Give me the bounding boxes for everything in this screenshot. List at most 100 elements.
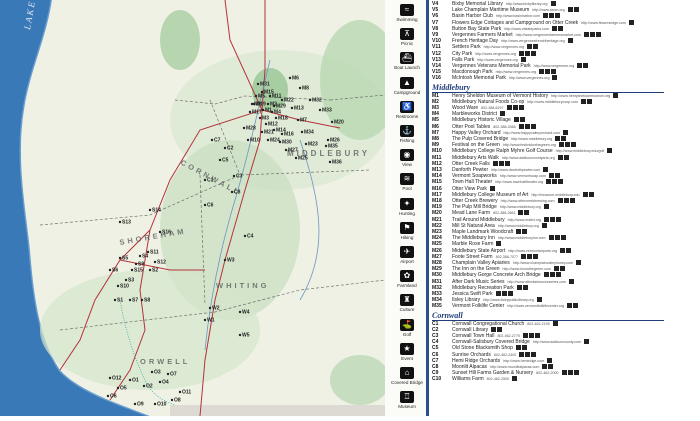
item-link[interactable]: http://www.maltvt.org [508,218,541,222]
marker-dot-c3[interactable] [232,174,236,178]
item-link[interactable]: http://www.vermontfolklifecenter.org [507,304,564,308]
item-link[interactable]: 802-462-2195 [527,322,549,326]
marker-dot-s12[interactable] [153,260,157,264]
marker-dot-m15[interactable] [260,90,264,94]
marker-dot-m27[interactable] [284,148,288,152]
marker-dot-o12[interactable] [108,376,112,380]
marker-dot-m16[interactable] [280,132,284,136]
marker-dot-m30[interactable] [278,140,282,144]
marker-dot-w3[interactable] [223,258,227,262]
item-link[interactable]: http://www.hemiridge.com [503,359,544,363]
marker-dot-s2[interactable] [148,268,152,272]
marker-dot-s3[interactable] [124,278,128,282]
item-link[interactable]: http://www.middlebury.org [498,224,539,228]
marker-dot-w2[interactable] [208,306,212,310]
marker-dot-o2[interactable] [142,384,146,388]
item-link[interactable]: http://www.lcmm.org [532,8,564,12]
marker-dot-m5[interactable] [254,94,258,98]
marker-dot-o8[interactable] [170,398,174,402]
marker-dot-m23[interactable] [304,142,308,146]
marker-dot-o3[interactable] [150,370,154,374]
marker-dot-m21[interactable] [260,130,264,134]
marker-dot-m3[interactable] [258,116,262,120]
marker-dot-m6[interactable] [288,76,292,80]
marker-dot-m29[interactable] [272,104,276,108]
item-link[interactable]: http://www.basinharbor.com [496,14,540,18]
item-link[interactable]: http://www.danforthpewter.com [491,168,540,172]
item-link[interactable]: http://www.vergennes.org [509,76,550,80]
item-link[interactable]: http://www.middlebury.org [500,205,541,209]
item-link[interactable]: http://www.middlebury.edu/golf [556,149,605,153]
marker-dot-s7[interactable] [128,298,132,302]
marker-dot-m18[interactable] [274,116,278,120]
marker-dot-m8[interactable] [298,86,302,90]
item-link[interactable]: http://www.vermontairports.org [508,249,557,253]
marker-dot-c4[interactable] [243,234,247,238]
marker-dot-c8[interactable] [230,190,234,194]
marker-dot-c1[interactable] [203,178,207,182]
marker-dot-s1[interactable] [113,298,117,302]
item-link[interactable]: http://www.innonthegreen.com [503,267,551,271]
item-link[interactable]: 802-388-7077 [496,255,518,259]
item-link[interactable]: http://www.ottercreekbrewing.com [501,199,555,203]
map-panel[interactable]: LAKE MIDDLEBURY CORNWALL SHOREHAM WHITIN… [0,0,400,418]
item-link[interactable]: http://www.vermontsoap.com [500,174,546,178]
item-link[interactable]: http://www.middleburyinn.com [498,236,546,240]
item-link[interactable]: http://www.festivalonthegreen.org [503,143,556,147]
marker-dot-m32[interactable] [308,98,312,102]
marker-dot-m36[interactable] [328,160,332,164]
item-link[interactable]: http://www.addisoncounty.com [533,340,581,344]
marker-dot-m25[interactable] [294,156,298,160]
marker-dot-m19[interactable] [252,102,256,106]
marker-dot-o1[interactable] [128,378,132,382]
item-link[interactable]: 802-388-2661 [493,211,515,215]
marker-dot-s13[interactable] [118,220,122,224]
marker-dot-c6[interactable] [203,203,207,207]
item-link[interactable]: http://www.happyvalleyorchard.com [504,131,561,135]
marker-dot-s9[interactable] [134,262,138,266]
item-link[interactable]: http://www.ilsleypubliclibrary.org [483,298,534,302]
marker-dot-m2[interactable] [266,102,270,106]
marker-dot-s16[interactable] [158,230,162,234]
marker-dot-m28[interactable] [242,126,246,130]
item-link[interactable]: 802-462-2775 [497,334,519,338]
marker-dot-m20[interactable] [330,120,334,124]
marker-dot-m26[interactable] [326,138,330,142]
item-link[interactable]: http://www.champlainvalleyhoney.com [513,261,573,265]
marker-dot-s11[interactable] [146,250,150,254]
item-link[interactable]: http://www.vergennes.org [534,64,575,68]
item-link[interactable]: http://www.flowersedge.com [581,21,626,25]
item-link[interactable]: http://www.afterdarkmusicseries.com [508,280,567,284]
item-link[interactable]: http://www.henrysheldonmuseum.org [551,94,610,98]
item-link[interactable]: http://www.vtstateparks.com [504,27,549,31]
item-link[interactable]: 802-388-6297 [481,106,503,110]
marker-dot-m7[interactable] [296,118,300,122]
marker-dot-s4[interactable] [138,254,142,258]
item-link[interactable]: http://www.vergennes.org [484,45,525,49]
marker-dot-o9[interactable] [133,402,137,406]
marker-dot-m24[interactable] [266,138,270,142]
marker-dot-m12[interactable] [264,122,268,126]
marker-dot-m35[interactable] [324,144,328,148]
marker-dot-m17[interactable] [248,110,252,114]
marker-dot-w1[interactable] [203,318,207,322]
marker-dot-c2[interactable] [223,146,227,150]
marker-dot-s5[interactable] [118,256,122,260]
item-link[interactable]: 802-462-2400 [494,353,516,357]
item-link[interactable]: http://www.vergennesfarmersmarket.com [516,33,581,37]
marker-dot-c5[interactable] [218,158,222,162]
item-link[interactable]: http://museum.middlebury.edu [531,193,579,197]
item-link[interactable]: 802-388-3366 [493,125,515,129]
marker-dot-m34[interactable] [300,130,304,134]
marker-dot-o6[interactable] [106,394,110,398]
item-link[interactable]: http://www.vergennesfrenchheritage.org [501,39,565,43]
item-link[interactable]: http://www.townhalltheater.org [495,180,543,184]
marker-dot-o4[interactable] [158,380,162,384]
marker-dot-s15[interactable] [130,268,134,272]
item-link[interactable]: http://www.bixbylibrary.org [506,2,548,6]
marker-dot-w5[interactable] [238,333,242,337]
item-link[interactable]: http://www.vergennes.org [496,70,537,74]
marker-dot-m4[interactable] [270,110,274,114]
marker-dot-s6[interactable] [108,268,112,272]
marker-dot-s10[interactable] [116,284,120,288]
